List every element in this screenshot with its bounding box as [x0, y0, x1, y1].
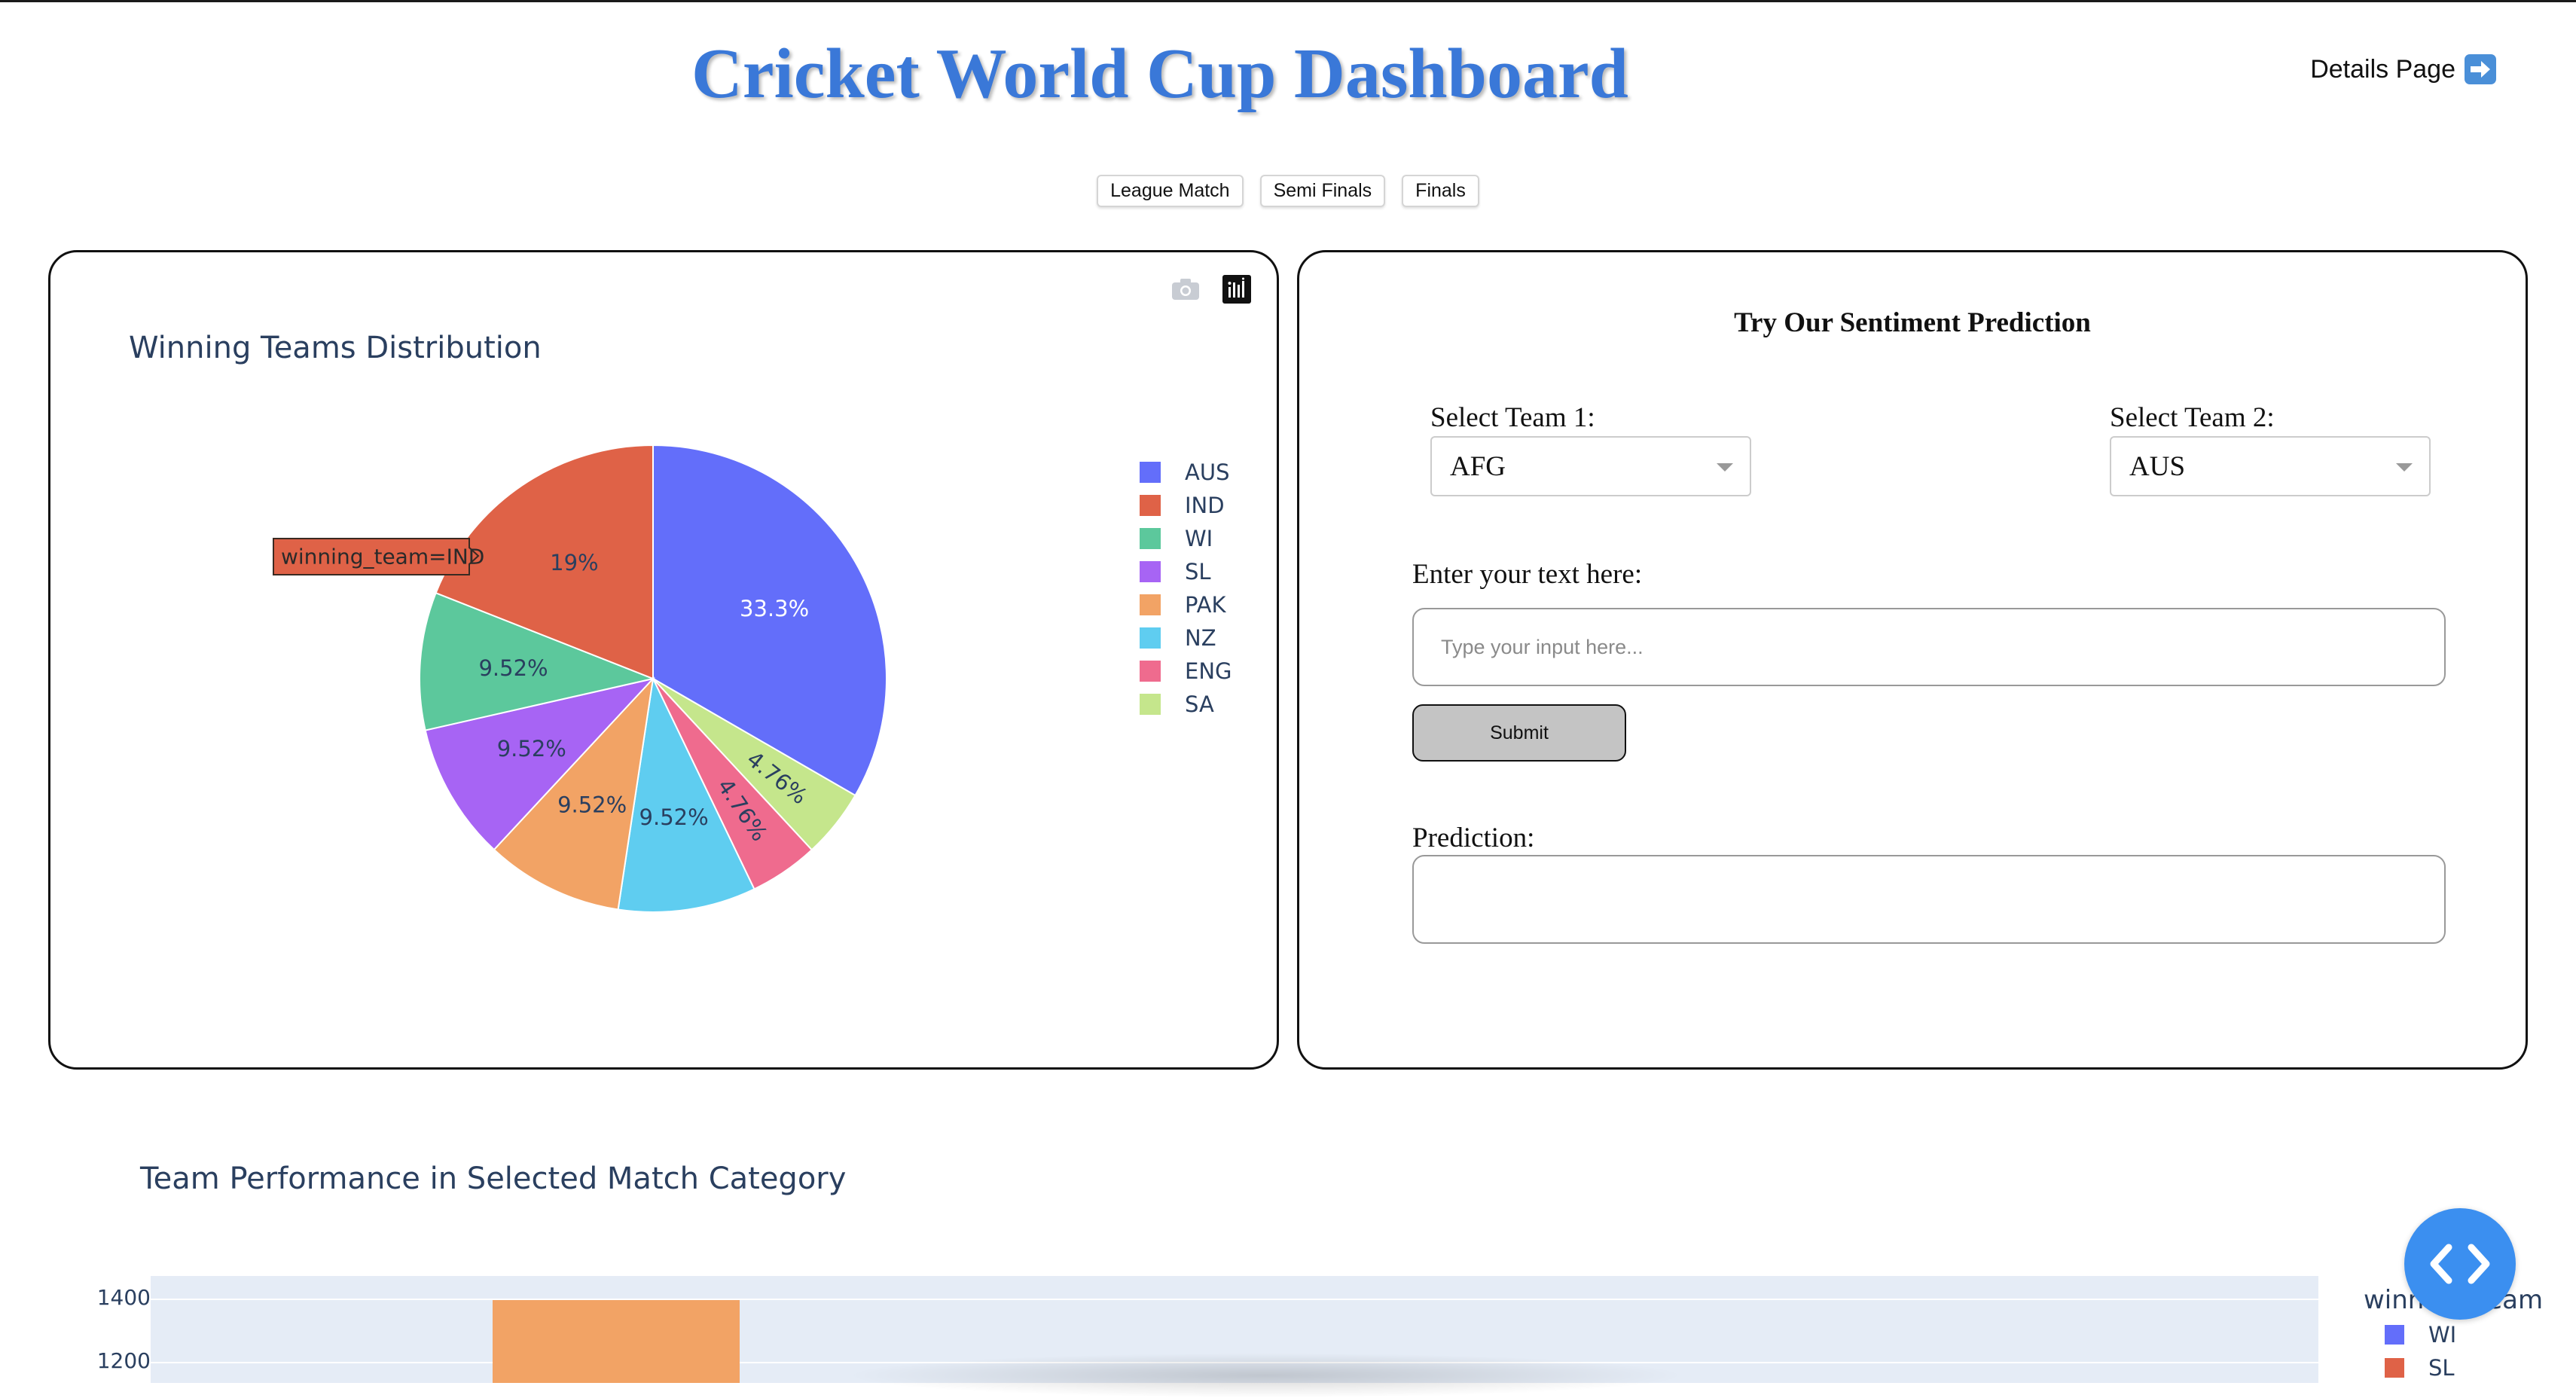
team2-select[interactable]: AUS	[2110, 436, 2431, 496]
legend-item-sa[interactable]: SA	[1140, 688, 1232, 721]
details-page-label: Details Page	[2310, 54, 2455, 84]
y-tick-label: 1200	[96, 1348, 151, 1373]
legend-label: ENG	[1185, 658, 1232, 684]
y-tick-label: 1400	[96, 1285, 151, 1310]
legend-swatch	[2385, 1325, 2404, 1345]
tab-finals[interactable]: Finals	[1402, 175, 1479, 207]
right-arrow-icon	[2465, 54, 2496, 84]
bar	[493, 1300, 740, 1383]
legend-label: AUS	[1185, 459, 1230, 485]
pie-slice-label: 9.52%	[478, 655, 548, 681]
text-input-label: Enter your text here:	[1412, 559, 1643, 590]
page-title: Cricket World Cup Dashboard	[691, 35, 1628, 113]
pie-slice-label: 9.52%	[557, 792, 627, 818]
prediction-label: Prediction:	[1412, 823, 1535, 853]
legend-label: PAK	[1185, 592, 1226, 618]
legend-label: SL	[2428, 1355, 2455, 1381]
team1-label: Select Team 1:	[1430, 402, 1595, 433]
code-icon	[2430, 1244, 2490, 1284]
legend-item-wi[interactable]: WI	[1140, 522, 1232, 555]
shadow-overlay	[844, 1353, 1687, 1398]
legend-swatch	[1140, 561, 1161, 582]
legend-item-sl[interactable]: SL	[2385, 1351, 2456, 1384]
legend-label: WI	[2428, 1322, 2457, 1348]
pie-slice-label: 9.52%	[497, 736, 566, 762]
bar-legend: WI SL	[2385, 1318, 2456, 1384]
legend-label: WI	[1185, 526, 1213, 551]
pie-slice-label: 9.52%	[639, 804, 709, 830]
prediction-title: Try Our Sentiment Prediction	[1734, 307, 2091, 338]
details-page-link[interactable]: Details Page	[2310, 54, 2496, 84]
legend-item-eng[interactable]: ENG	[1140, 655, 1232, 688]
legend-label: SA	[1185, 691, 1214, 717]
bar-chart-title: Team Performance in Selected Match Categ…	[140, 1161, 847, 1196]
code-toggle-button[interactable]	[2404, 1208, 2516, 1320]
gridline	[151, 1299, 2318, 1300]
chevron-down-icon	[2396, 463, 2413, 472]
legend-swatch	[1140, 528, 1161, 549]
legend-item-pak[interactable]: PAK	[1140, 588, 1232, 621]
legend-item-sl[interactable]: SL	[1140, 555, 1232, 588]
legend-swatch	[1140, 627, 1161, 649]
legend-item-nz[interactable]: NZ	[1140, 621, 1232, 655]
team2-label: Select Team 2:	[2110, 402, 2275, 433]
pie-chart: 33.3%4.76%4.76%9.52%9.52%9.52%9.52%19%wi…	[273, 444, 887, 913]
legend-swatch	[1140, 495, 1161, 516]
window-top-border	[0, 0, 2576, 2]
legend-label: SL	[1185, 559, 1211, 585]
pie-chart-card: Winning Teams Distribution 33.3% 4.76% 4.7…	[48, 250, 1279, 1070]
legend-swatch	[2385, 1358, 2404, 1378]
legend-swatch	[1140, 462, 1161, 483]
tooltip-text: winning_team=IND	[281, 545, 484, 569]
submit-button[interactable]: Submit	[1412, 704, 1626, 762]
legend-item-aus[interactable]: AUS	[1140, 456, 1232, 489]
prediction-card: Try Our Sentiment Prediction Select Team…	[1297, 250, 2528, 1070]
legend-item-wi[interactable]: WI	[2385, 1318, 2456, 1351]
pie-slice-label: 19%	[550, 550, 598, 575]
tab-league-match[interactable]: League Match	[1097, 175, 1244, 207]
tab-semi-finals[interactable]: Semi Finals	[1259, 175, 1386, 207]
legend-label: NZ	[1185, 625, 1216, 651]
team2-value: AUS	[2129, 450, 2186, 482]
pie-slice-label: 33.3%	[740, 596, 809, 621]
legend-swatch	[1140, 594, 1161, 615]
legend-swatch	[1140, 661, 1161, 682]
team1-value: AFG	[1450, 450, 1506, 482]
legend-swatch	[1140, 694, 1161, 715]
hover-tooltip: winning_team=IND	[273, 538, 484, 575]
prediction-output	[1412, 855, 2446, 944]
team1-select[interactable]: AFG	[1430, 436, 1751, 496]
chevron-down-icon	[1717, 463, 1733, 472]
pie-legend: AUS IND WI SL PAK NZ ENG SA	[1140, 456, 1232, 721]
legend-label: IND	[1185, 493, 1225, 518]
sentiment-text-input[interactable]	[1412, 608, 2446, 686]
match-category-tabs: League Match Semi Finals Finals	[0, 175, 2576, 207]
legend-item-ind[interactable]: IND	[1140, 489, 1232, 522]
